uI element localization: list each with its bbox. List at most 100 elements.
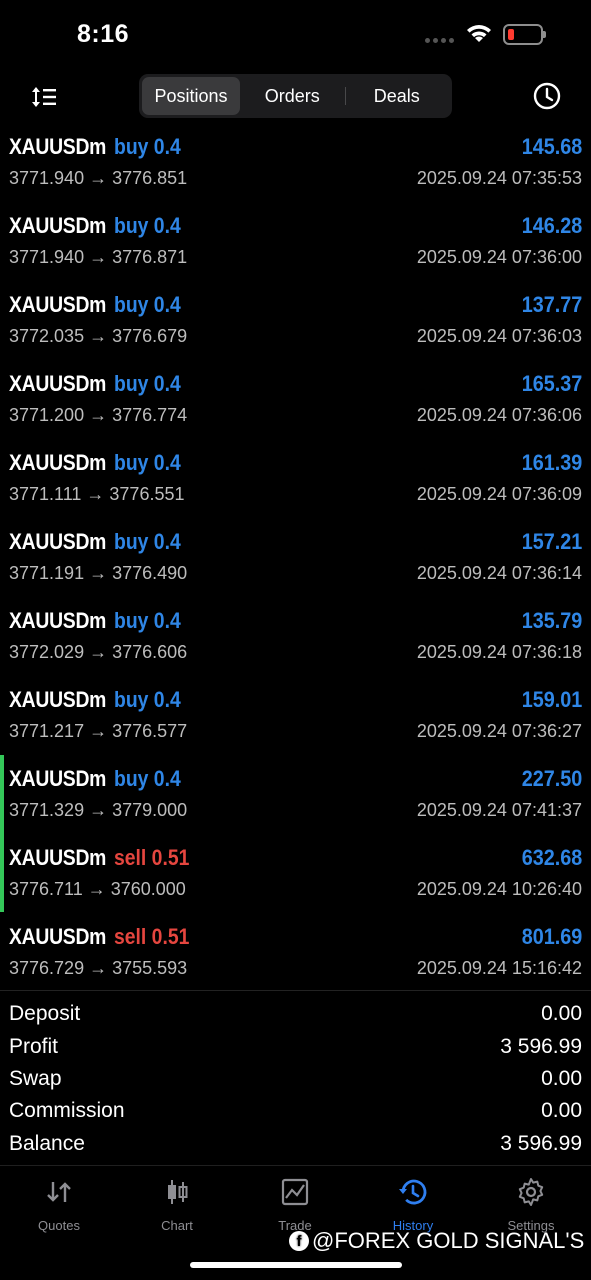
deal-row[interactable]: XAUUSDm buy 0.4 165.37 3771.200 → 3776.774… bbox=[0, 365, 591, 444]
summary-profit: Profit 3 596.99 bbox=[9, 1030, 582, 1062]
watermark-text: @FOREX GOLD SIGNAL'S bbox=[312, 1228, 585, 1253]
summary-swap: Swap 0.00 bbox=[9, 1063, 582, 1095]
deal-prices: 3771.217 → 3776.577 bbox=[9, 721, 188, 741]
deal-direction: buy 0.4 bbox=[113, 134, 181, 159]
deal-time: 2025.09.24 07:36:06 bbox=[416, 405, 582, 425]
deal-profit: 165.37 bbox=[521, 371, 582, 396]
summary-label: Swap bbox=[9, 1066, 62, 1090]
deal-symbol: XAUUSDm bbox=[9, 529, 107, 554]
deal-row[interactable]: XAUUSDm buy 0.4 157.21 3771.191 → 3776.490… bbox=[0, 523, 591, 602]
tab-orders[interactable]: Orders bbox=[240, 77, 345, 115]
deal-profit: 801.69 bbox=[521, 924, 582, 949]
deal-direction: sell 0.51 bbox=[113, 845, 190, 870]
nav-trade[interactable]: Trade bbox=[245, 1176, 345, 1233]
deal-symbol: XAUUSDm bbox=[9, 371, 107, 396]
deal-row[interactable]: XAUUSDm sell 0.51 632.68 3776.711 → 3760.0… bbox=[0, 839, 591, 918]
deal-prices: 3771.940 → 3776.871 bbox=[9, 247, 188, 267]
selection-marker bbox=[0, 755, 4, 912]
deal-row[interactable]: XAUUSDm buy 0.4 159.01 3771.217 → 3776.577… bbox=[0, 681, 591, 760]
deal-time: 2025.09.24 10:26:40 bbox=[416, 879, 582, 899]
deal-prices: 3771.940 → 3776.851 bbox=[9, 168, 188, 188]
nav-history[interactable]: History bbox=[363, 1176, 463, 1233]
deal-prices: 3776.711 → 3760.000 bbox=[9, 879, 186, 899]
deal-row[interactable]: XAUUSDm buy 0.4 227.50 3771.329 → 3779.000… bbox=[0, 760, 591, 839]
facebook-icon: f bbox=[289, 1231, 309, 1251]
wifi-icon bbox=[467, 25, 491, 42]
deal-time: 2025.09.24 07:36:18 bbox=[416, 642, 582, 662]
deal-row[interactable]: XAUUSDm buy 0.4 161.39 3771.111 → 3776.551… bbox=[0, 444, 591, 523]
deal-prices: 3771.191 → 3776.490 bbox=[9, 563, 188, 583]
watermark: f @FOREX GOLD SIGNAL'S bbox=[289, 1228, 584, 1254]
deal-symbol: XAUUSDm bbox=[9, 292, 107, 317]
deal-prices: 3772.035 → 3776.679 bbox=[9, 326, 188, 346]
nav-settings[interactable]: Settings bbox=[481, 1176, 581, 1233]
nav-label: Chart bbox=[161, 1218, 193, 1233]
deal-symbol: XAUUSDm bbox=[9, 608, 107, 633]
deal-time: 2025.09.24 07:36:27 bbox=[416, 721, 582, 741]
summary-deposit: Deposit 0.00 bbox=[9, 998, 582, 1030]
deal-symbol: XAUUSDm bbox=[9, 687, 107, 712]
nav-label: Quotes bbox=[38, 1218, 80, 1233]
deal-direction: buy 0.4 bbox=[113, 766, 181, 791]
deal-symbol: XAUUSDm bbox=[9, 450, 107, 475]
summary-commission: Commission 0.00 bbox=[9, 1095, 582, 1127]
deal-symbol: XAUUSDm bbox=[9, 134, 107, 159]
summary-label: Deposit bbox=[9, 1002, 81, 1026]
sort-icon[interactable] bbox=[28, 81, 60, 113]
deal-row[interactable]: XAUUSDm buy 0.4 135.79 3772.029 → 3776.606… bbox=[0, 602, 591, 681]
deal-prices: 3771.111 → 3776.551 bbox=[9, 484, 185, 504]
deal-profit: 145.68 bbox=[521, 134, 582, 159]
deal-prices: 3771.200 → 3776.774 bbox=[9, 405, 188, 425]
deal-row[interactable]: XAUUSDm buy 0.4 137.77 3772.035 → 3776.679… bbox=[0, 286, 591, 365]
nav-chart[interactable]: Chart bbox=[127, 1176, 227, 1233]
deal-row[interactable]: XAUUSDm buy 0.4 146.28 3771.940 → 3776.871… bbox=[0, 207, 591, 286]
trade-chart-icon bbox=[281, 1178, 309, 1206]
summary-value: 0.00 bbox=[541, 1002, 582, 1026]
deal-direction: buy 0.4 bbox=[113, 687, 181, 712]
battery-icon bbox=[503, 24, 546, 45]
deal-profit: 137.77 bbox=[521, 292, 582, 317]
nav-quotes[interactable]: Quotes bbox=[9, 1176, 109, 1233]
deal-time: 2025.09.24 07:35:53 bbox=[416, 168, 582, 188]
summary-value: 0.00 bbox=[541, 1099, 582, 1123]
deal-profit: 161.39 bbox=[521, 450, 582, 475]
segmented-control: Positions Orders Deals bbox=[139, 74, 452, 118]
deal-direction: buy 0.4 bbox=[113, 608, 181, 633]
history-icon bbox=[399, 1179, 427, 1205]
deal-direction: buy 0.4 bbox=[113, 450, 181, 475]
divider bbox=[0, 990, 591, 991]
deal-time: 2025.09.24 07:36:14 bbox=[416, 563, 582, 583]
deal-profit: 135.79 bbox=[521, 608, 582, 633]
summary-label: Balance bbox=[9, 1131, 85, 1155]
deal-time: 2025.09.24 07:36:03 bbox=[416, 326, 582, 346]
deal-profit: 632.68 bbox=[521, 845, 582, 870]
summary-value: 3 596.99 bbox=[500, 1034, 582, 1058]
deal-symbol: XAUUSDm bbox=[9, 766, 107, 791]
deal-direction: buy 0.4 bbox=[113, 292, 181, 317]
tab-deals[interactable]: Deals bbox=[344, 77, 450, 115]
clock-icon[interactable] bbox=[531, 80, 563, 112]
deal-direction: buy 0.4 bbox=[113, 529, 181, 554]
summary-label: Commission bbox=[9, 1099, 125, 1123]
deal-time: 2025.09.24 07:36:09 bbox=[416, 484, 582, 504]
deal-row[interactable]: XAUUSDm sell 0.51 801.69 3776.729 → 3755.5… bbox=[0, 918, 591, 997]
deal-symbol: XAUUSDm bbox=[9, 924, 107, 949]
status-time: 8:16 bbox=[77, 20, 130, 48]
toolbar: Positions Orders Deals bbox=[0, 72, 591, 122]
gear-icon bbox=[518, 1178, 544, 1206]
candlestick-icon bbox=[168, 1180, 188, 1204]
tab-positions[interactable]: Positions bbox=[142, 77, 240, 115]
summary-value: 0.00 bbox=[541, 1066, 582, 1090]
deals-list: XAUUSDm buy 0.4 145.68 3771.940 → 3776.851… bbox=[0, 128, 591, 997]
deal-prices: 3772.029 → 3776.606 bbox=[9, 642, 188, 662]
summary-balance: Balance 3 596.99 bbox=[9, 1128, 582, 1160]
deal-symbol: XAUUSDm bbox=[9, 845, 107, 870]
home-indicator bbox=[190, 1262, 402, 1268]
deal-row[interactable]: XAUUSDm buy 0.4 145.68 3771.940 → 3776.851… bbox=[0, 128, 591, 207]
deal-prices: 3771.329 → 3779.000 bbox=[9, 800, 188, 820]
deal-time: 2025.09.24 07:41:37 bbox=[416, 800, 582, 820]
deal-profit: 146.28 bbox=[521, 213, 582, 238]
deal-profit: 227.50 bbox=[521, 766, 582, 791]
deal-symbol: XAUUSDm bbox=[9, 213, 107, 238]
deal-direction: sell 0.51 bbox=[113, 924, 190, 949]
